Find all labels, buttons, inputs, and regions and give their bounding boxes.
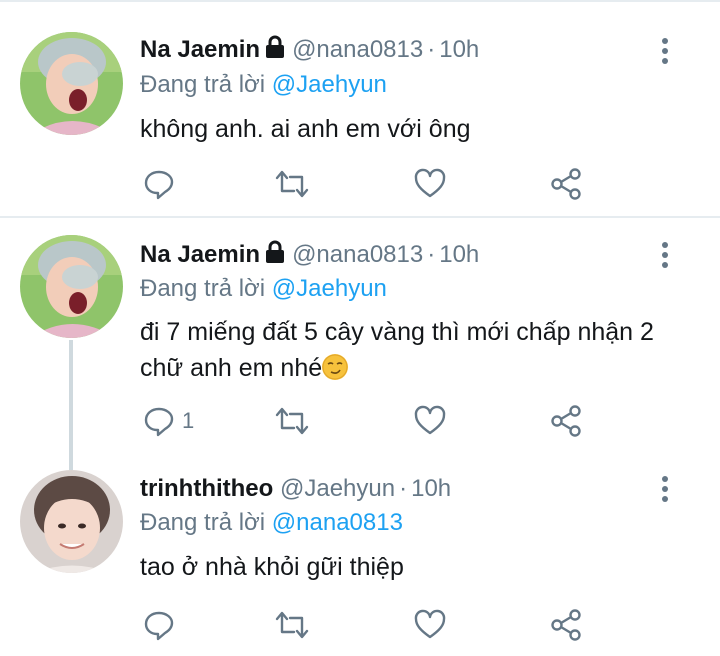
reply-button[interactable]: 1	[142, 403, 194, 439]
thread-line	[69, 340, 73, 470]
timestamp[interactable]: 10h	[439, 241, 479, 268]
tweet[interactable]: trinhthitheo @Jaehyun · 10h Đang trả lời @…	[0, 458, 720, 656]
tweet-header: trinhthitheo @Jaehyun · 10h	[140, 474, 451, 504]
replying-label: Đang trả lời	[140, 275, 266, 302]
more-icon[interactable]	[655, 36, 675, 66]
share-button[interactable]	[549, 607, 583, 643]
avatar[interactable]	[20, 235, 123, 338]
retweet-icon	[275, 611, 309, 639]
replying-label: Đang trả lời	[140, 71, 266, 98]
retweet-icon	[275, 407, 309, 435]
share-button[interactable]	[549, 403, 583, 439]
retweet-button[interactable]	[273, 166, 311, 202]
separator-dot: ·	[427, 36, 436, 63]
like-icon	[414, 405, 446, 435]
tweet-actions	[140, 166, 600, 202]
tweet-text-body: đi 7 miếng đất 5 cây vàng thì mới chấp n…	[140, 318, 654, 382]
tweet-header: Na Jaemin @nana0813 · 10h	[140, 240, 479, 272]
like-button[interactable]	[413, 166, 447, 202]
replying-label: Đang trả lời	[140, 509, 266, 536]
share-icon	[551, 168, 581, 200]
share-button[interactable]	[549, 166, 583, 202]
username[interactable]: @nana0813	[292, 241, 423, 268]
replying-to: Đang trả lời @Jaehyun	[140, 274, 387, 304]
more-icon[interactable]	[655, 474, 675, 504]
tweet-actions: 1	[140, 403, 600, 439]
reply-count: 1	[182, 408, 195, 433]
reply-icon	[144, 407, 174, 437]
reply-button[interactable]	[142, 166, 182, 202]
replying-mention[interactable]: @Jaehyun	[272, 275, 387, 302]
retweet-button[interactable]	[273, 607, 311, 643]
avatar[interactable]	[20, 470, 123, 573]
lock-icon	[264, 35, 286, 67]
username[interactable]: @Jaehyun	[280, 475, 395, 502]
separator-dot: ·	[399, 475, 408, 502]
replying-to: Đang trả lời @Jaehyun	[140, 70, 387, 100]
tweet-text: không anh. ai anh em với ông	[140, 115, 471, 143]
share-icon	[551, 609, 581, 641]
tweet[interactable]: Na Jaemin @nana0813 · 10h Đang trả lời @Jae…	[0, 218, 720, 470]
username[interactable]: @nana0813	[292, 36, 423, 63]
reply-icon	[144, 170, 174, 200]
like-button[interactable]	[413, 607, 447, 643]
display-name[interactable]: trinhthitheo	[140, 475, 273, 502]
retweet-button[interactable]	[273, 403, 311, 439]
lock-icon	[264, 240, 286, 272]
like-button[interactable]	[413, 403, 447, 439]
replying-mention[interactable]: @Jaehyun	[272, 71, 387, 98]
reply-button[interactable]	[142, 607, 182, 643]
share-icon	[551, 405, 581, 437]
reply-icon	[144, 611, 174, 641]
replying-mention[interactable]: @nana0813	[272, 509, 403, 536]
replying-to: Đang trả lời @nana0813	[140, 508, 403, 538]
like-icon	[414, 168, 446, 198]
timestamp[interactable]: 10h	[411, 475, 451, 502]
smirking-face-emoji	[322, 354, 349, 380]
like-icon	[414, 609, 446, 639]
display-name[interactable]: Na Jaemin	[140, 36, 260, 63]
tweet-text: đi 7 miếng đất 5 cây vàng thì mới chấp n…	[140, 314, 660, 386]
more-icon[interactable]	[655, 240, 675, 270]
display-name[interactable]: Na Jaemin	[140, 241, 260, 268]
tweet-text: tao ở nhà khỏi gữi thiệp	[140, 553, 404, 581]
retweet-icon	[275, 170, 309, 198]
tweet[interactable]: Na Jaemin @nana0813 · 10h Đang trả lời @Jae…	[0, 0, 720, 218]
timestamp[interactable]: 10h	[439, 36, 479, 63]
separator-dot: ·	[427, 241, 436, 268]
avatar[interactable]	[20, 32, 123, 135]
tweet-header: Na Jaemin @nana0813 · 10h	[140, 35, 479, 67]
tweet-actions	[140, 607, 600, 643]
